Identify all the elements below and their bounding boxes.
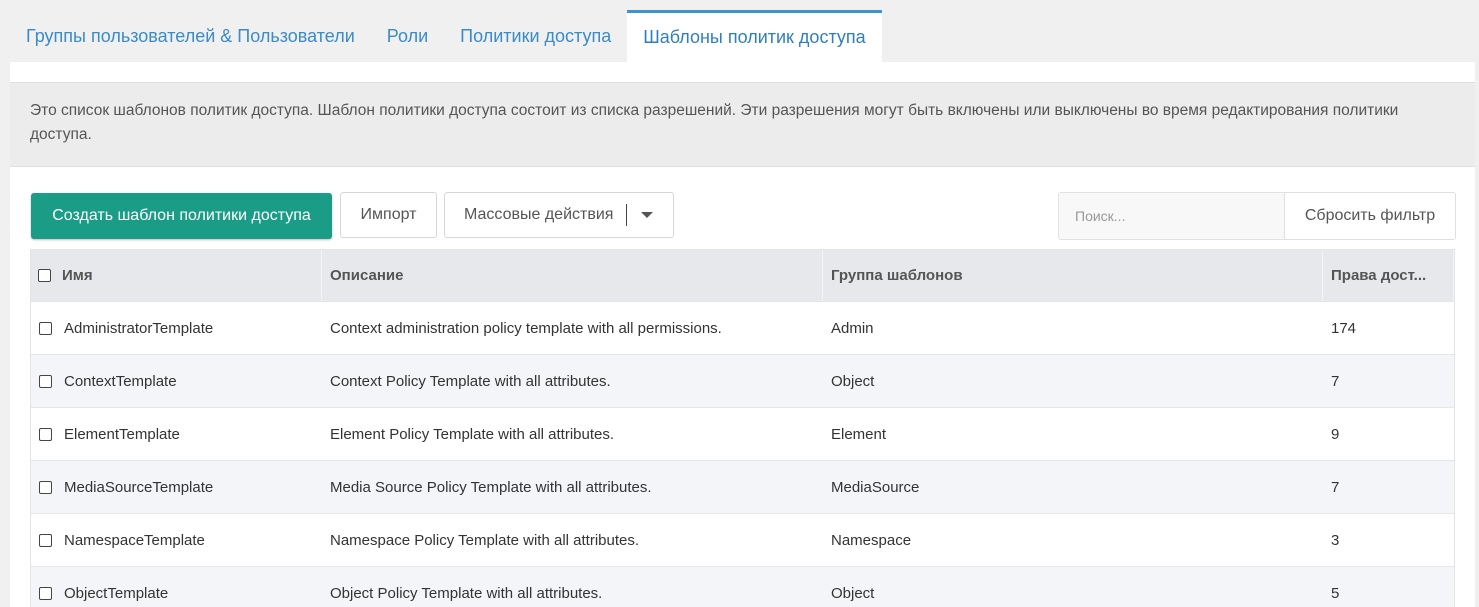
- mass-actions-button[interactable]: Массовые действия: [444, 192, 674, 238]
- cell-description: Object Policy Template with all attribut…: [330, 584, 603, 602]
- tab-policy-templates[interactable]: Шаблоны политик доступа: [627, 10, 882, 62]
- column-header-description[interactable]: Описание: [322, 250, 823, 301]
- row-checkbox[interactable]: [39, 427, 52, 441]
- column-header-label: Права дост...: [1331, 267, 1427, 284]
- page-description: Это список шаблонов политик доступа. Шаб…: [10, 82, 1475, 167]
- cell-group: MediaSource: [831, 478, 920, 496]
- cell-group: Object: [831, 584, 875, 602]
- mass-actions-label: Массовые действия: [464, 206, 614, 223]
- cell-description: Element Policy Template with all attribu…: [330, 425, 615, 443]
- row-name[interactable]: NamespaceTemplate: [64, 532, 205, 549]
- select-all-checkbox[interactable]: [38, 269, 51, 282]
- tab-bar: Группы пользователей & Пользователи Роли…: [10, 10, 882, 62]
- cell-name: ElementTemplate: [31, 408, 322, 460]
- cell-permissions: 7: [1331, 372, 1340, 390]
- cell-permissions: 9: [1331, 425, 1340, 443]
- cell-permissions: 7: [1331, 478, 1340, 496]
- cell-name: NamespaceTemplate: [31, 514, 322, 566]
- cell-group: Admin: [831, 319, 874, 337]
- reset-filter-button[interactable]: Сбросить фильтр: [1284, 192, 1456, 240]
- create-template-button[interactable]: Создать шаблон политики доступа: [31, 193, 332, 239]
- row-checkbox[interactable]: [39, 321, 52, 335]
- table-row[interactable]: ElementTemplate Element Policy Template …: [31, 407, 1454, 460]
- column-header-label: Имя: [62, 267, 93, 284]
- split-divider: [626, 204, 628, 226]
- row-checkbox[interactable]: [39, 586, 52, 600]
- row-name[interactable]: MediaSourceTemplate: [64, 479, 213, 496]
- chevron-down-icon[interactable]: [641, 212, 654, 218]
- row-checkbox[interactable]: [39, 374, 52, 388]
- row-checkbox[interactable]: [39, 533, 52, 547]
- row-name[interactable]: ElementTemplate: [64, 426, 180, 443]
- table-row[interactable]: AdministratorTemplate Context administra…: [31, 301, 1454, 354]
- column-header-permissions[interactable]: Права дост...: [1323, 250, 1454, 301]
- row-name[interactable]: ContextTemplate: [64, 373, 177, 390]
- cell-permissions: 5: [1331, 584, 1340, 602]
- row-checkbox[interactable]: [39, 480, 52, 494]
- cell-description: Context Policy Template with all attribu…: [330, 372, 611, 390]
- table-row[interactable]: ObjectTemplate Object Policy Template wi…: [31, 566, 1454, 607]
- tab-user-groups[interactable]: Группы пользователей & Пользователи: [10, 10, 371, 62]
- table-row[interactable]: MediaSourceTemplate Media Source Policy …: [31, 460, 1454, 513]
- cell-permissions: 3: [1331, 531, 1340, 549]
- cell-permissions: 174: [1331, 319, 1357, 337]
- cell-description: Namespace Policy Template with all attri…: [330, 531, 640, 549]
- tab-roles[interactable]: Роли: [371, 10, 444, 62]
- table-row[interactable]: ContextTemplate Context Policy Template …: [31, 354, 1454, 407]
- templates-table: Имя Описание Группа шаблонов Права дост.…: [30, 249, 1455, 607]
- column-header-group[interactable]: Группа шаблонов: [823, 250, 1323, 301]
- column-header-label: Описание: [330, 267, 404, 284]
- search-input[interactable]: [1058, 192, 1285, 240]
- column-header-name[interactable]: Имя: [31, 250, 322, 301]
- import-button[interactable]: Импорт: [340, 192, 437, 238]
- cell-name: MediaSourceTemplate: [31, 461, 322, 513]
- cell-group: Object: [831, 372, 875, 390]
- tab-access-policies[interactable]: Политики доступа: [444, 10, 627, 62]
- cell-group: Element: [831, 425, 887, 443]
- cell-name: ObjectTemplate: [31, 567, 322, 607]
- row-name[interactable]: ObjectTemplate: [64, 585, 168, 602]
- table-header: Имя Описание Группа шаблонов Права дост.…: [31, 250, 1454, 301]
- main-panel: Это список шаблонов политик доступа. Шаб…: [10, 62, 1475, 607]
- cell-group: Namespace: [831, 531, 912, 549]
- cell-description: Context administration policy template w…: [330, 319, 722, 337]
- table-row[interactable]: NamespaceTemplate Namespace Policy Templ…: [31, 513, 1454, 566]
- row-name[interactable]: AdministratorTemplate: [64, 320, 213, 337]
- cell-name: ContextTemplate: [31, 355, 322, 407]
- column-header-label: Группа шаблонов: [831, 267, 963, 284]
- cell-description: Media Source Policy Template with all at…: [330, 478, 652, 496]
- cell-name: AdministratorTemplate: [31, 302, 322, 354]
